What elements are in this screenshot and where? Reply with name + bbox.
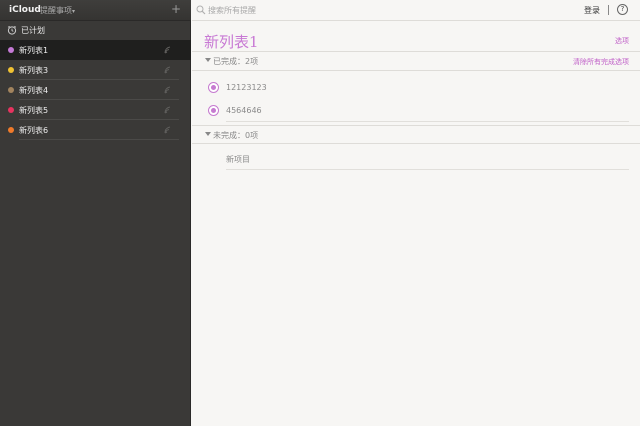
completed-count-label: 已完成：2项 <box>213 57 259 66</box>
share-wifi-icon[interactable] <box>164 125 175 134</box>
list-color-dot <box>8 107 14 113</box>
sidebar-item-label: 新列表1 <box>19 46 49 55</box>
sidebar-item-label: 新列表4 <box>19 86 49 95</box>
list-item[interactable]: 4564646 <box>192 100 640 122</box>
sidebar-item-label: 已计划 <box>21 26 45 35</box>
list-item[interactable]: 12123123 <box>192 77 640 99</box>
new-item-field[interactable]: 新项目 <box>226 148 629 170</box>
icloud-brand[interactable]: iCloud <box>9 5 41 15</box>
list-color-dot <box>8 127 14 133</box>
incomplete-section-header[interactable]: 未完成：0项 <box>192 125 640 144</box>
chevron-down-icon <box>205 132 211 136</box>
divider <box>226 121 629 122</box>
sidebar-item-list4[interactable]: 新列表4 <box>0 80 191 100</box>
chevron-down-icon <box>205 58 211 62</box>
sidebar-list: 新列表1 新列表3 新列表4 新列表5 新列表6 <box>0 40 191 140</box>
new-item-placeholder: 新项目 <box>226 155 250 164</box>
list-color-dot <box>8 47 14 53</box>
divider <box>19 139 179 140</box>
chevron-down-icon: ▾ <box>72 8 76 15</box>
help-icon[interactable]: ? <box>617 4 628 15</box>
app-menu[interactable]: 提醒事项▾ <box>40 5 75 16</box>
share-wifi-icon[interactable] <box>164 105 175 114</box>
share-wifi-icon[interactable] <box>164 85 175 94</box>
sidebar-item-list3[interactable]: 新列表3 <box>0 60 191 80</box>
sidebar-item-list1[interactable]: 新列表1 <box>0 40 191 60</box>
reminder-text[interactable]: 12123123 <box>226 83 267 92</box>
list-color-dot <box>8 87 14 93</box>
completed-checkbox[interactable] <box>208 105 219 116</box>
sidebar-header: iCloud 提醒事项▾ + <box>0 0 191 21</box>
sidebar-item-list6[interactable]: 新列表6 <box>0 120 191 140</box>
sidebar-item-label: 新列表5 <box>19 106 49 115</box>
clear-completed-button[interactable]: 清除所有完成选项 <box>573 57 629 67</box>
options-button[interactable]: 选项 <box>615 36 629 46</box>
login-link[interactable]: 登录 <box>584 5 600 16</box>
add-list-button[interactable]: + <box>171 2 181 16</box>
divider <box>608 5 609 15</box>
alarm-clock-icon <box>7 25 17 35</box>
search-input[interactable] <box>208 4 408 16</box>
reminders-main: 新列表1 选项 已完成：2项 清除所有完成选项 12123123 4564646… <box>192 21 640 426</box>
list-color-dot <box>8 67 14 73</box>
share-wifi-icon[interactable] <box>164 45 175 54</box>
completed-checkbox[interactable] <box>208 82 219 93</box>
share-wifi-icon[interactable] <box>164 65 175 74</box>
incomplete-count-label: 未完成：0项 <box>213 131 259 140</box>
sidebar-item-list5[interactable]: 新列表5 <box>0 100 191 120</box>
sidebar-item-label: 新列表6 <box>19 126 49 135</box>
sidebar: iCloud 提醒事项▾ + 已计划 新列表1 新列表3 新列表4 新列表5 新… <box>0 0 191 426</box>
sidebar-item-scheduled[interactable]: 已计划 <box>0 21 191 40</box>
completed-section-header[interactable]: 已完成：2项 清除所有完成选项 <box>192 52 640 71</box>
app-menu-label: 提醒事项 <box>40 6 72 15</box>
search-icon <box>196 5 206 15</box>
sidebar-item-label: 新列表3 <box>19 66 49 75</box>
top-bar: 登录 ? <box>192 0 640 21</box>
page-title: 新列表1 <box>204 33 259 51</box>
reminder-text[interactable]: 4564646 <box>226 106 262 115</box>
